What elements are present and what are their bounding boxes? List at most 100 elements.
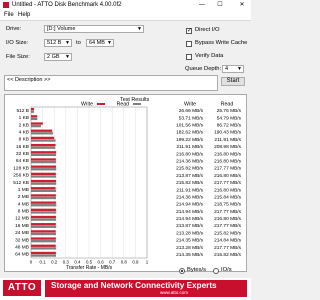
write-value-label: 214.94 MB/s: [176, 202, 204, 208]
bar-write: [31, 143, 56, 147]
y-tick-label: 128 KB: [13, 165, 29, 171]
bar-write: [31, 215, 56, 219]
drive-select[interactable]: [D:] Volume ▼: [44, 25, 144, 33]
legend-read-swatch: [133, 103, 141, 105]
results-chart: Test ResultsWrite Read Write Read0 0.1 0.2 0.3…: [13, 97, 242, 271]
io-size-to-value: 64 MB: [89, 40, 105, 46]
queue-depth-label: Queue Depth:: [185, 66, 222, 72]
bar-write: [31, 129, 53, 132]
read-value-label: 218.75 MB/s: [214, 202, 242, 208]
queue-depth-select[interactable]: 4 ▼: [222, 65, 244, 73]
drive-value: [D:] Volume: [47, 26, 76, 32]
read-value-label: 214.84 MB/s: [214, 238, 242, 244]
chevron-down-icon: ▼: [107, 40, 112, 46]
bypass-write-cache-label: Bypass Write Cache: [195, 40, 248, 46]
app-window: Untitled - ATTO Disk Benchmark 4.00.0f2 …: [0, 0, 251, 300]
read-value-label: 216.80 MB/s: [214, 159, 242, 165]
bar-write: [31, 237, 56, 240]
y-tick-label: 12 MB: [15, 216, 29, 222]
y-tick-label: 1 KB: [19, 115, 29, 121]
x-tick-label: 0.2: [51, 260, 58, 265]
y-tick-label: 32 KB: [16, 151, 29, 157]
x-tick-label: 0.8: [121, 260, 128, 265]
read-value-label: 54.79 MB/s: [217, 115, 242, 121]
io-size-from-value: 512 B: [47, 40, 62, 46]
write-value-label: 199.22 MB/s: [176, 137, 204, 143]
file-size-select[interactable]: 2 GB ▼: [44, 53, 72, 61]
bar-read: [31, 124, 42, 128]
io-size-from-select[interactable]: 512 B ▼: [44, 39, 72, 47]
bar-read: [31, 132, 54, 135]
bar-read: [31, 146, 56, 149]
menu-bar: File Help: [0, 10, 251, 21]
close-button[interactable]: ✕: [235, 0, 249, 10]
write-value-label: 216.80 MB/s: [176, 151, 204, 157]
verify-data-checkbox[interactable]: [186, 54, 192, 60]
read-value-label: 216.80 MB/s: [214, 151, 242, 157]
maximize-button[interactable]: ☐: [213, 0, 227, 10]
y-tick-label: 16 KB: [16, 144, 29, 150]
footer-url[interactable]: www.atto.com: [160, 290, 188, 296]
x-tick-label: 0.9: [132, 260, 139, 265]
y-tick-label: 16 MB: [15, 223, 29, 229]
bar-read: [31, 189, 57, 192]
bar-write: [31, 251, 56, 255]
column-read-header: Read: [221, 102, 234, 108]
write-value-label: 53.71 MB/s: [179, 115, 204, 121]
bar-write: [31, 208, 56, 211]
write-value-label: 182.62 MB/s: [176, 130, 204, 136]
io-size-label: I/O Size:: [6, 40, 29, 46]
bar-read: [31, 110, 34, 113]
y-tick-label: 8 KB: [19, 137, 29, 143]
io-size-to-select[interactable]: 64 MB ▼: [86, 39, 114, 47]
bytes-per-sec-radio[interactable]: [179, 268, 185, 274]
read-value-label: 217.77 MB/s: [214, 180, 242, 186]
start-button[interactable]: Start: [221, 77, 245, 86]
menu-help[interactable]: Help: [18, 11, 30, 19]
description-field[interactable]: << Description >>: [4, 75, 218, 91]
write-value-label: 213.87 MB/s: [176, 173, 204, 179]
y-tick-label: 1 MB: [18, 187, 29, 193]
read-value-label: 217.77 MB/s: [214, 166, 242, 172]
bar-read: [31, 232, 57, 236]
read-value-label: 86.72 MB/s: [217, 123, 242, 129]
io-per-sec-label: IO/s: [221, 267, 232, 273]
menu-file[interactable]: File: [4, 11, 14, 19]
read-value-label: 215.82 MB/s: [214, 252, 242, 258]
chevron-down-icon: ▼: [237, 66, 242, 72]
write-value-label: 213.28 MB/s: [176, 230, 204, 236]
y-tick-label: 4 MB: [18, 201, 29, 207]
file-size-value: 2 GB: [47, 54, 60, 60]
footer-banner: ATTO Storage and Network Connectivity Ex…: [0, 278, 251, 300]
write-value-label: 214.35 MB/s: [176, 252, 204, 258]
bar-write: [31, 223, 56, 226]
write-value-label: 215.82 MB/s: [176, 180, 204, 186]
y-tick-label: 32 MB: [15, 237, 29, 243]
bar-read: [31, 139, 56, 142]
minimize-button[interactable]: —: [195, 0, 209, 10]
io-per-sec-radio[interactable]: [213, 268, 219, 274]
bar-read: [31, 182, 57, 185]
legend-write-label: Write: [81, 102, 93, 108]
bypass-write-cache-checkbox[interactable]: [186, 41, 192, 47]
y-tick-label: 64 KB: [16, 158, 29, 164]
write-value-label: 213.28 MB/s: [176, 245, 204, 251]
bar-read: [31, 204, 57, 207]
bar-read: [31, 160, 57, 164]
atto-logo: ATTO: [3, 280, 41, 296]
chevron-down-icon: ▼: [65, 40, 70, 46]
bar-read: [31, 225, 57, 228]
y-tick-label: 256 KB: [13, 173, 29, 179]
write-value-label: 214.94 MB/s: [176, 216, 204, 222]
write-value-label: 214.94 MB/s: [176, 209, 204, 215]
bar-write: [31, 158, 56, 161]
direct-io-checkbox[interactable]: [186, 27, 192, 35]
bar-read: [31, 247, 57, 250]
y-tick-label: 512 KB: [13, 180, 29, 186]
x-tick-label: 0.3: [63, 260, 70, 265]
queue-depth-value: 4: [225, 66, 229, 72]
x-tick-label: 0: [30, 260, 33, 265]
read-value-label: 190.43 MB/s: [214, 130, 242, 136]
read-value-label: 25.76 MB/s: [217, 108, 242, 114]
bar-write: [31, 136, 55, 140]
